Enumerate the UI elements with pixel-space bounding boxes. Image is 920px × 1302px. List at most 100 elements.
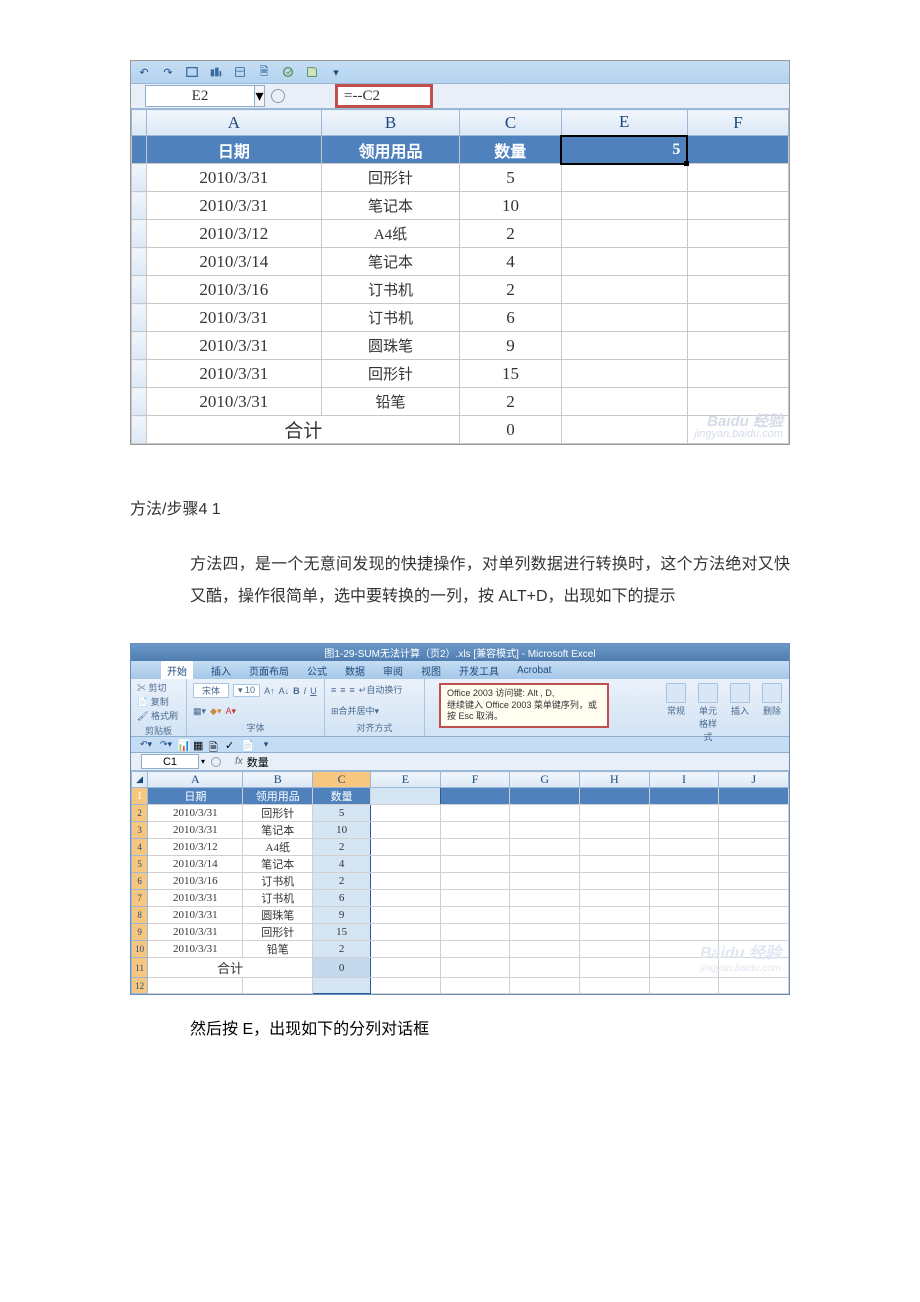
cell[interactable] — [687, 360, 788, 388]
align-icon[interactable]: ≡ — [331, 685, 336, 695]
cell[interactable]: 2010/3/31 — [148, 941, 243, 958]
total-value[interactable]: 0 — [313, 958, 371, 978]
ribbon-button[interactable]: 单元格样式 — [695, 683, 721, 743]
cell[interactable]: 6 — [313, 890, 371, 907]
cell[interactable] — [440, 958, 510, 978]
row-header[interactable] — [132, 220, 147, 248]
column-header-F[interactable]: F — [687, 110, 788, 136]
cell[interactable] — [580, 873, 650, 890]
font-increase-icon[interactable]: A↑ — [264, 686, 275, 696]
row-header[interactable]: 12 — [132, 978, 148, 994]
cell[interactable]: 9 — [460, 332, 561, 360]
cut-button[interactable]: ✂ 剪切 — [137, 681, 167, 694]
cell[interactable]: 10 — [460, 192, 561, 220]
cell[interactable]: 2010/3/16 — [147, 276, 321, 304]
cell[interactable]: 2 — [460, 388, 561, 416]
cell[interactable] — [687, 248, 788, 276]
cell[interactable] — [561, 164, 687, 192]
cell[interactable] — [371, 958, 441, 978]
fx-label[interactable]: fx — [235, 756, 243, 767]
ribbon-tab[interactable]: Acrobat — [517, 665, 551, 676]
ribbon-tab[interactable]: 视图 — [421, 663, 441, 678]
cell[interactable]: 6 — [460, 304, 561, 332]
cell[interactable] — [649, 788, 719, 805]
cell[interactable] — [580, 958, 650, 978]
cell[interactable] — [510, 890, 580, 907]
border-button[interactable]: ▦▾ — [193, 706, 206, 717]
cell[interactable] — [440, 856, 510, 873]
cell[interactable]: 2 — [460, 220, 561, 248]
format-painter-button[interactable]: 🖌 格式刷 — [137, 709, 178, 722]
ribbon-tab[interactable]: 页面布局 — [249, 663, 289, 678]
cell[interactable] — [313, 978, 371, 994]
cell[interactable] — [649, 822, 719, 839]
column-header-E[interactable]: E — [561, 110, 687, 136]
font-color-button[interactable]: A▾ — [225, 706, 236, 717]
column-header[interactable]: J — [719, 772, 789, 788]
cell[interactable] — [687, 164, 788, 192]
font-size-selector[interactable]: ▾ 10 — [233, 684, 260, 697]
cell[interactable]: 数量 — [313, 788, 371, 805]
cell[interactable] — [649, 873, 719, 890]
cell[interactable] — [440, 941, 510, 958]
cell[interactable]: 订书机 — [243, 890, 313, 907]
ribbon-tab[interactable]: 审阅 — [383, 663, 403, 678]
cell[interactable] — [687, 220, 788, 248]
row-header[interactable]: 3 — [132, 822, 148, 839]
column-header[interactable]: E — [371, 772, 441, 788]
cell[interactable] — [510, 873, 580, 890]
name-box-dropdown[interactable]: ▾ — [255, 85, 265, 107]
cell[interactable]: 笔记本 — [321, 192, 460, 220]
cell[interactable] — [719, 978, 789, 994]
cell[interactable] — [580, 805, 650, 822]
cell[interactable] — [440, 788, 510, 805]
total-label[interactable]: 合计 — [147, 416, 460, 444]
row-header[interactable]: 9 — [132, 924, 148, 941]
cell[interactable] — [649, 907, 719, 924]
cell[interactable] — [580, 856, 650, 873]
cell[interactable]: 2010/3/31 — [148, 822, 243, 839]
cell[interactable] — [561, 192, 687, 220]
row-header[interactable]: 7 — [132, 890, 148, 907]
copy-button[interactable]: 📄 复制 — [137, 695, 169, 708]
row-header[interactable]: 11 — [132, 958, 148, 978]
ribbon-tab[interactable]: 公式 — [307, 663, 327, 678]
column-header[interactable]: A — [148, 772, 243, 788]
cell[interactable] — [561, 416, 687, 444]
row-header[interactable]: 8 — [132, 907, 148, 924]
cell[interactable] — [440, 978, 510, 994]
cell[interactable] — [580, 924, 650, 941]
row-header[interactable] — [132, 136, 147, 164]
row-header[interactable] — [132, 248, 147, 276]
cell[interactable] — [371, 788, 441, 805]
cell[interactable]: 回形针 — [243, 805, 313, 822]
cell[interactable]: 2 — [313, 873, 371, 890]
cell[interactable]: 领用用品 — [321, 136, 460, 164]
cell[interactable] — [580, 978, 650, 994]
cell[interactable]: 5 — [460, 164, 561, 192]
cell[interactable]: 2010/3/31 — [148, 907, 243, 924]
cell[interactable] — [580, 907, 650, 924]
column-header-selected[interactable]: C — [313, 772, 371, 788]
cell[interactable] — [687, 388, 788, 416]
row-header[interactable] — [132, 304, 147, 332]
cell[interactable]: 2010/3/12 — [148, 839, 243, 856]
cell[interactable] — [510, 805, 580, 822]
cell[interactable]: 9 — [313, 907, 371, 924]
cell[interactable]: 2010/3/14 — [147, 248, 321, 276]
row-header[interactable]: 2 — [132, 805, 148, 822]
fill-color-button[interactable]: ◆▾ — [210, 706, 221, 717]
select-all-corner[interactable]: ◢ — [132, 772, 148, 788]
cell[interactable]: 订书机 — [321, 276, 460, 304]
cell[interactable]: 笔记本 — [321, 248, 460, 276]
cell[interactable] — [371, 839, 441, 856]
cell[interactable]: 订书机 — [243, 873, 313, 890]
column-header[interactable]: F — [440, 772, 510, 788]
cell[interactable]: 2 — [460, 276, 561, 304]
font-decrease-icon[interactable]: A↓ — [279, 686, 290, 696]
cell[interactable]: 回形针 — [321, 360, 460, 388]
cell[interactable] — [371, 907, 441, 924]
align-icon[interactable]: ≡ — [340, 685, 345, 695]
cell[interactable] — [649, 890, 719, 907]
cell[interactable] — [580, 941, 650, 958]
